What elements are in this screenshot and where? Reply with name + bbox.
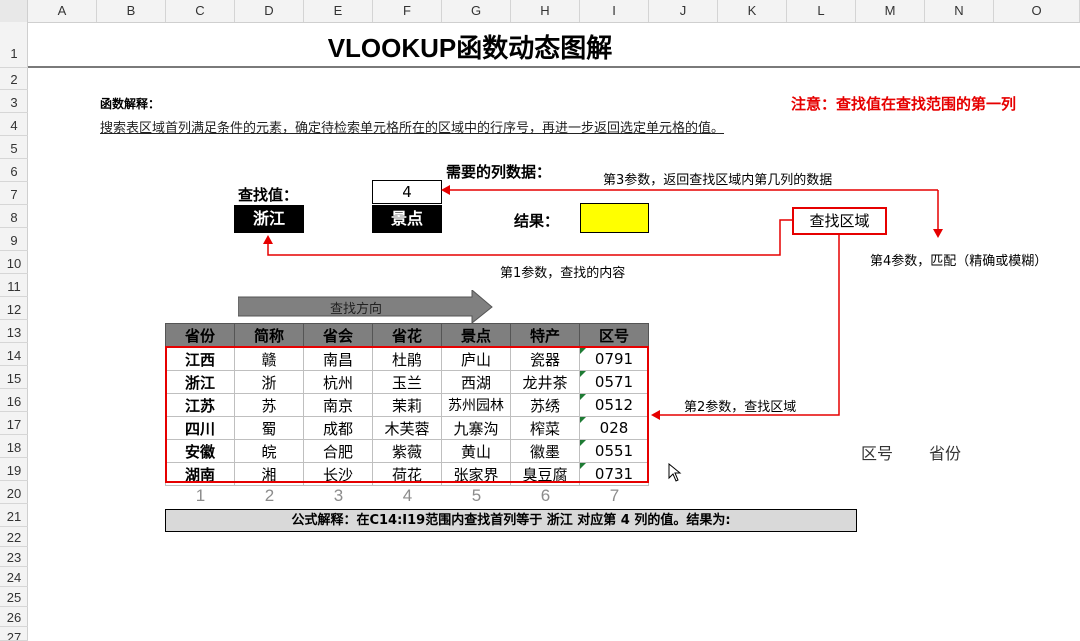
column-index: 6 [540, 486, 551, 505]
param1-arrowhead [263, 235, 273, 244]
table-cell[interactable]: 0512 [579, 393, 649, 417]
table-cell[interactable]: 西湖 [441, 370, 511, 394]
param1-connector-line [267, 219, 792, 256]
table-header-row: 省份 简称 省会 省花 景点 特产 区号 [165, 323, 649, 348]
table-cell[interactable]: 龙井茶 [510, 370, 580, 394]
table-cell[interactable]: 苏州园林 [441, 393, 511, 417]
param4-arrowhead [933, 229, 943, 238]
cell-text: 0791 [594, 350, 634, 368]
text-number-indicator-icon [580, 417, 586, 423]
table-cell[interactable]: 黄山 [441, 439, 511, 463]
table-cell[interactable]: 长沙 [303, 462, 373, 486]
table-cell[interactable]: 茉莉 [372, 393, 442, 417]
table-cell[interactable]: 苏绣 [510, 393, 580, 417]
column-index: 7 [609, 486, 620, 505]
table-cell[interactable]: 江西 [165, 347, 235, 371]
cell-text: 0512 [594, 396, 634, 414]
column-index: 1 [195, 486, 206, 505]
table-cell[interactable]: 瓷器 [510, 347, 580, 371]
table-cell[interactable]: 赣 [234, 347, 304, 371]
table-cell[interactable]: 江苏 [165, 393, 235, 417]
table-cell[interactable]: 合肥 [303, 439, 373, 463]
table-cell[interactable]: 徽墨 [510, 439, 580, 463]
direction-label: 查找方向 [330, 302, 383, 317]
connector-arrows [263, 185, 943, 420]
table-row: 江苏 苏 南京 茉莉 苏州园林 苏绣 0512 [165, 393, 649, 417]
table-header-cell[interactable]: 省会 [303, 323, 373, 348]
table-cell[interactable]: 四川 [165, 416, 235, 440]
table-cell[interactable]: 皖 [234, 439, 304, 463]
table-cell[interactable]: 0551 [579, 439, 649, 463]
text-number-indicator-icon [580, 348, 586, 354]
table-cell[interactable]: 安徽 [165, 439, 235, 463]
table-row: 浙江 浙 杭州 玉兰 西湖 龙井茶 0571 [165, 370, 649, 394]
text-number-indicator-icon [580, 463, 586, 469]
province-label: 省份 [929, 444, 962, 463]
table-cell[interactable]: 庐山 [441, 347, 511, 371]
column-index: 3 [333, 486, 344, 505]
cell-text: 0731 [594, 465, 634, 483]
cell-text: 0551 [594, 442, 634, 460]
table-cell[interactable]: 南京 [303, 393, 373, 417]
table-cell[interactable]: 湖南 [165, 462, 235, 486]
column-index: 5 [471, 486, 482, 505]
formula-explanation: 公式解释：在C14:I19范围内查找首列等于 浙江 对应第 4 列的值。结果为: [165, 509, 857, 532]
table-cell[interactable]: 0731 [579, 462, 649, 486]
table-header-cell[interactable]: 简称 [234, 323, 304, 348]
table-cell[interactable]: 杜鹃 [372, 347, 442, 371]
table-cell[interactable]: 臭豆腐 [510, 462, 580, 486]
table-cell[interactable]: 杭州 [303, 370, 373, 394]
table-cell[interactable]: 浙 [234, 370, 304, 394]
table-header-cell[interactable]: 省花 [372, 323, 442, 348]
cell-text: 028 [599, 419, 629, 437]
column-index: 2 [264, 486, 275, 505]
table-header-cell[interactable]: 省份 [165, 323, 235, 348]
text-number-indicator-icon [580, 394, 586, 400]
table-cell[interactable]: 木芙蓉 [372, 416, 442, 440]
cell-text: 0571 [594, 373, 634, 391]
table-row: 江西 赣 南昌 杜鹃 庐山 瓷器 0791 [165, 347, 649, 371]
column-index: 4 [402, 486, 413, 505]
province-table: 省份 简称 省会 省花 景点 特产 区号 江西 赣 南昌 杜鹃 庐山 瓷器 07… [165, 323, 649, 486]
table-cell[interactable]: 湘 [234, 462, 304, 486]
table-header-cell[interactable]: 区号 [579, 323, 649, 348]
table-cell[interactable]: 榨菜 [510, 416, 580, 440]
table-row: 四川 蜀 成都 木芙蓉 九寨沟 榨菜 028 [165, 416, 649, 440]
table-cell[interactable]: 玉兰 [372, 370, 442, 394]
table-cell[interactable]: 南昌 [303, 347, 373, 371]
table-cell[interactable]: 苏 [234, 393, 304, 417]
text-number-indicator-icon [580, 371, 586, 377]
table-cell[interactable]: 0571 [579, 370, 649, 394]
mouse-cursor-icon [668, 463, 682, 482]
table-cell[interactable]: 浙江 [165, 370, 235, 394]
table-header-cell[interactable]: 景点 [441, 323, 511, 348]
table-cell[interactable]: 紫薇 [372, 439, 442, 463]
param3-arrowhead [441, 185, 450, 195]
param2-arrowhead [651, 410, 660, 420]
text-number-indicator-icon [580, 440, 586, 446]
table-cell[interactable]: 荷花 [372, 462, 442, 486]
area-code-label: 区号 [861, 444, 894, 463]
table-cell[interactable]: 张家界 [441, 462, 511, 486]
table-header-cell[interactable]: 特产 [510, 323, 580, 348]
table-cell[interactable]: 成都 [303, 416, 373, 440]
table-cell[interactable]: 028 [579, 416, 649, 440]
param2-connector-line [660, 235, 840, 416]
table-cell[interactable]: 蜀 [234, 416, 304, 440]
table-cell[interactable]: 九寨沟 [441, 416, 511, 440]
table-cell[interactable]: 0791 [579, 347, 649, 371]
table-row: 湖南 湘 长沙 荷花 张家界 臭豆腐 0731 [165, 462, 649, 486]
table-row: 安徽 皖 合肥 紫薇 黄山 徽墨 0551 [165, 439, 649, 463]
